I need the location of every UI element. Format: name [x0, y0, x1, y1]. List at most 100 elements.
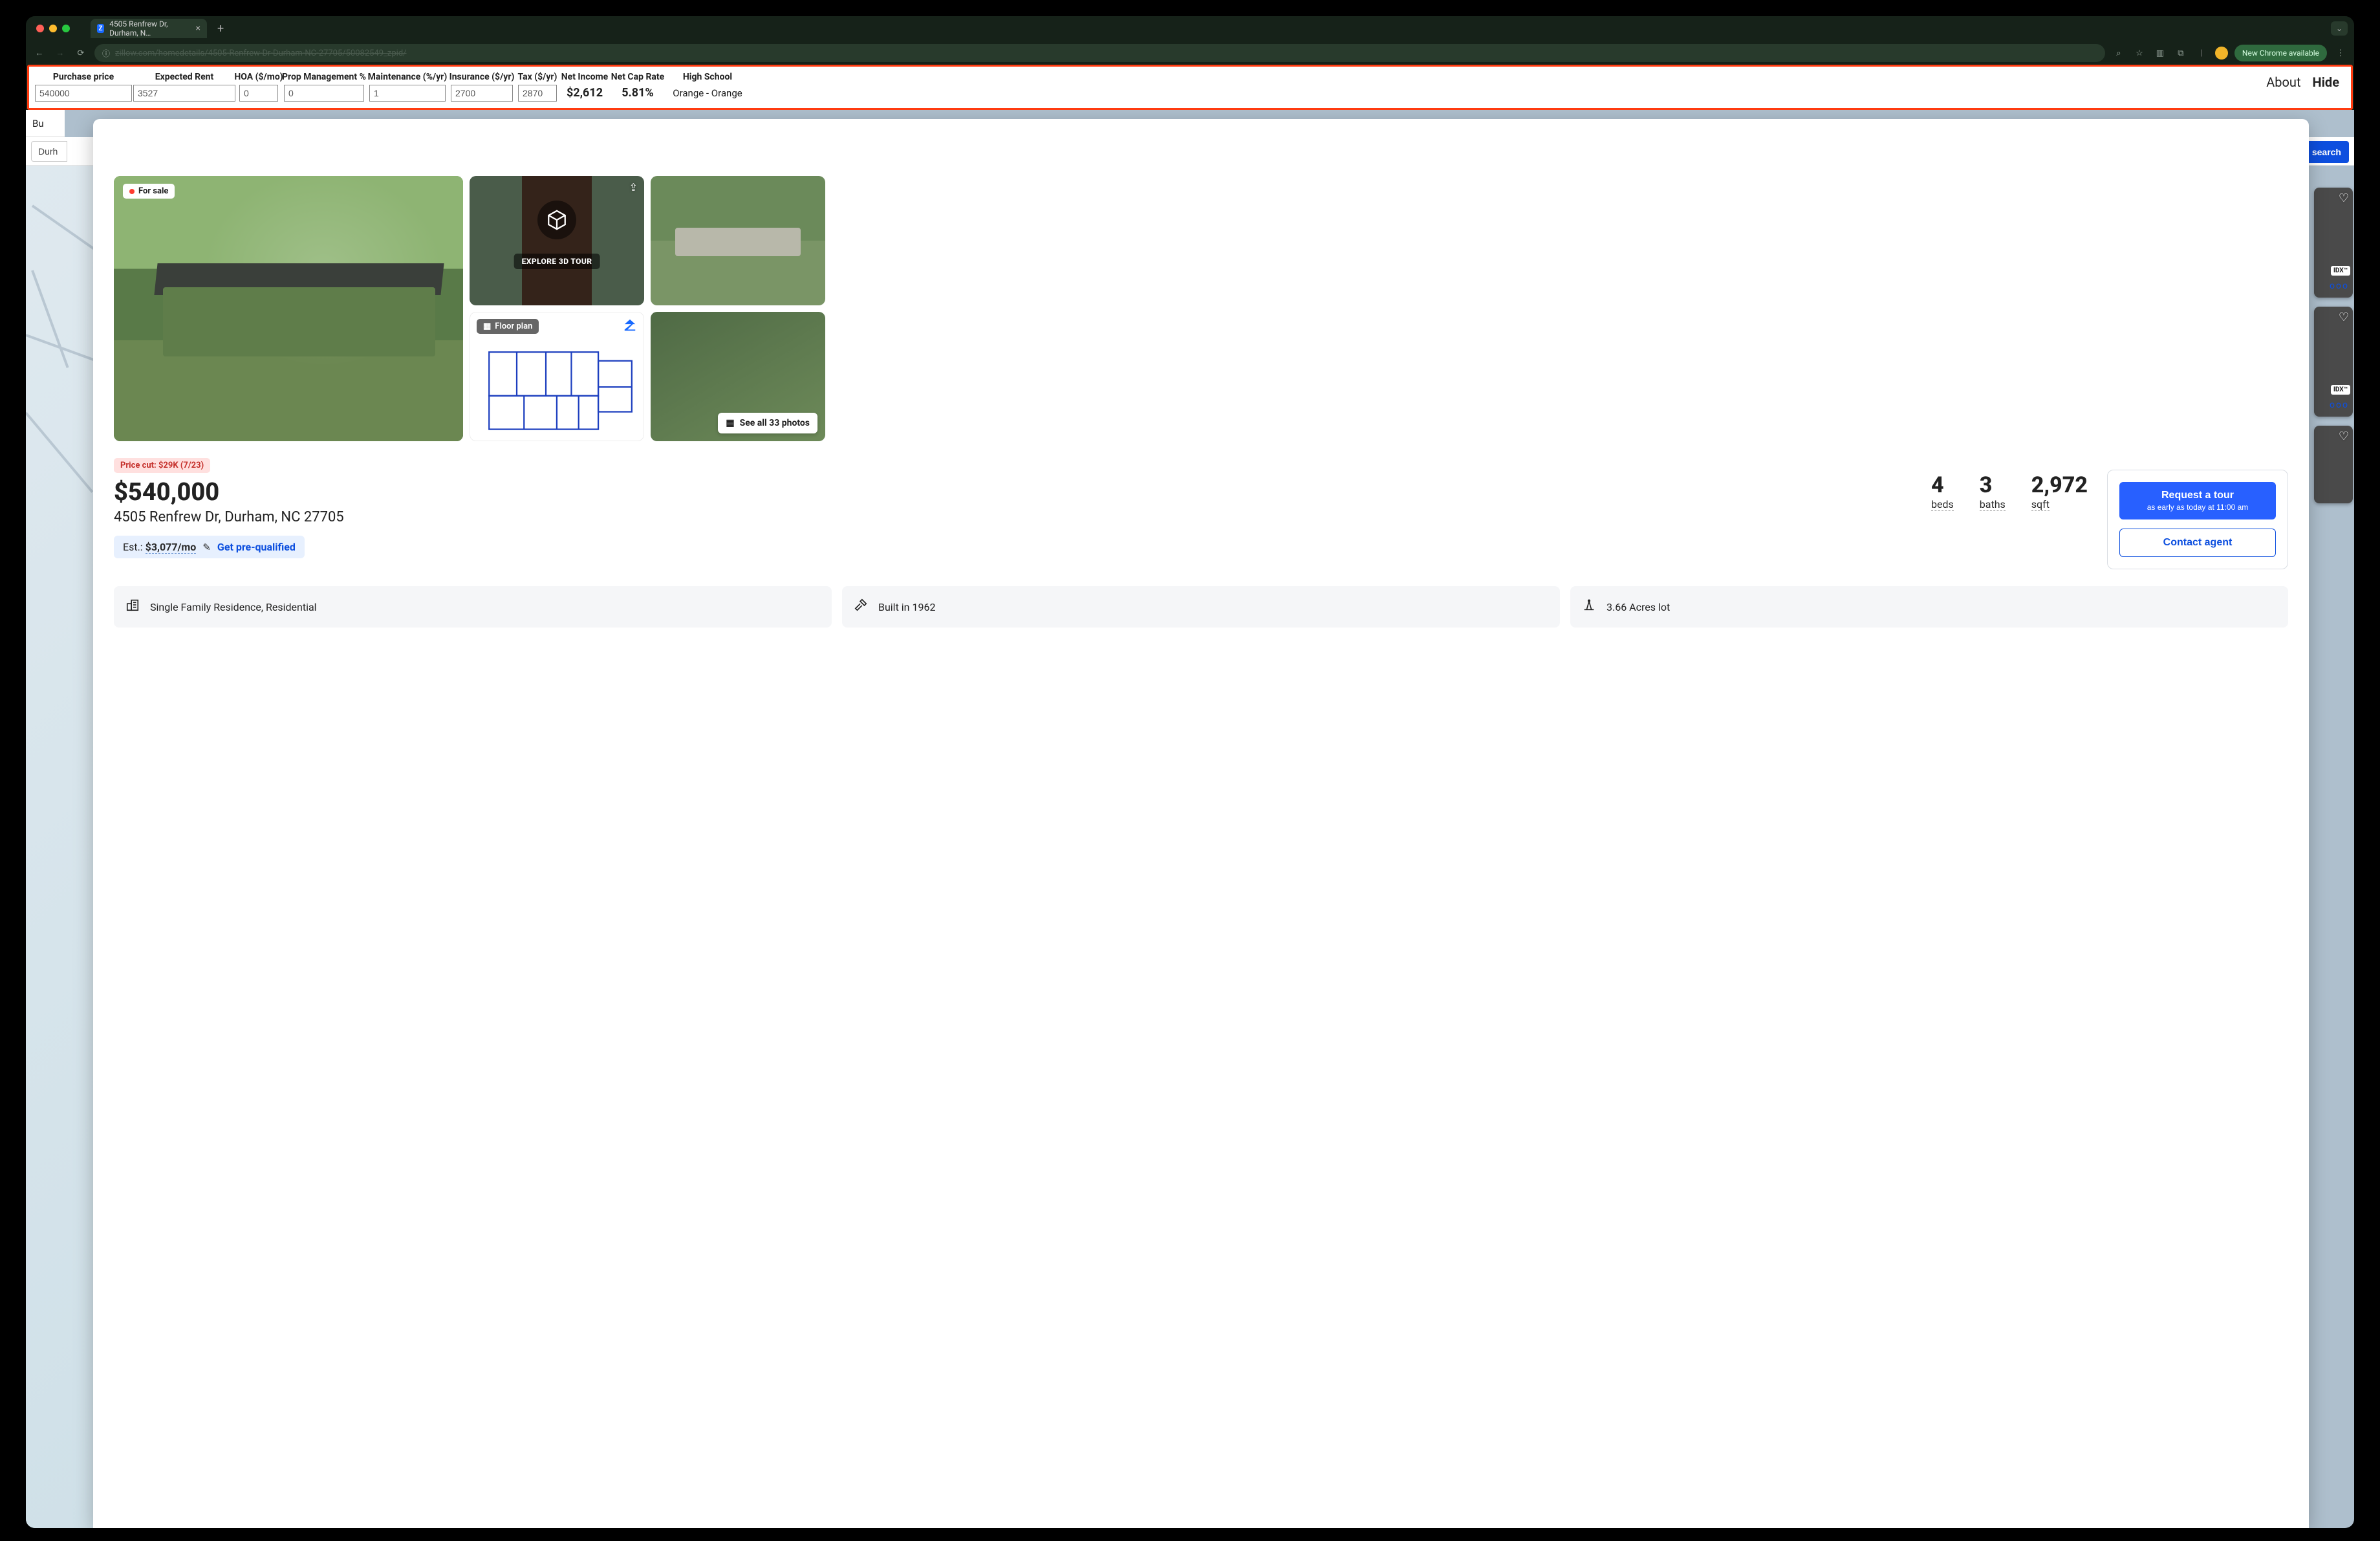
close-tab-icon[interactable]: ×: [196, 23, 200, 34]
reload-icon[interactable]: ⟳: [74, 49, 88, 58]
purchase-price-input[interactable]: [35, 85, 132, 102]
idx-badge: IDX™: [2331, 266, 2350, 276]
cube-icon: [537, 201, 576, 239]
photo-gallery: For sale ⇪ EXPLORE 3D TOUR: [114, 176, 2288, 441]
listing-panel: For sale ⇪ EXPLORE 3D TOUR: [93, 119, 2309, 1528]
extension-bar-highlight: Purchase price Expected Rent HOA ($/mo) …: [27, 65, 2353, 110]
card-menu-icon[interactable]: ooo: [2330, 281, 2349, 291]
request-tour-button[interactable]: Request a tour as early as today at 11:0…: [2119, 482, 2276, 519]
feature-lot-size: 3.66 Acres lot: [1570, 586, 2288, 628]
zillow-favicon: Z: [97, 24, 104, 33]
tab-title: 4505 Renfrew Dr, Durham, N…: [109, 19, 190, 38]
update-chrome-chip[interactable]: New Chrome available: [2234, 45, 2327, 61]
toolbar: ← → ⟳ ⓘ zillow.com/homedetails/4505-Renf…: [26, 41, 2354, 65]
window-controls: [32, 25, 70, 32]
insurance-label: Insurance ($/yr): [449, 72, 515, 82]
floor-plan-svg: [488, 351, 633, 431]
net-cap-rate-value: 5.81%: [622, 85, 654, 100]
purchase-price-label: Purchase price: [53, 72, 114, 82]
results-rail: ♡ IDX™ ooo ♡ IDX™ ooo ♡: [2314, 188, 2353, 1528]
forward-icon[interactable]: →: [53, 48, 67, 58]
new-tab-button[interactable]: +: [212, 21, 229, 37]
result-card[interactable]: ♡ IDX™ ooo: [2314, 188, 2353, 298]
summary-section: Price cut: $29K (7/23) $540,000 4505 Ren…: [114, 458, 2288, 569]
estimate-value: $3,077/mo: [146, 541, 197, 554]
hero-photo[interactable]: For sale: [114, 176, 463, 441]
prop-mgmt-input[interactable]: [284, 85, 364, 102]
feature-type: Single Family Residence, Residential: [114, 586, 832, 628]
extension-hide-link[interactable]: Hide: [2313, 74, 2339, 90]
hoa-input[interactable]: [239, 85, 278, 102]
floor-plan-chip: ▦ Floor plan: [477, 319, 539, 334]
for-sale-badge: For sale: [123, 184, 175, 199]
profile-avatar[interactable]: [2215, 47, 2228, 60]
explore-3d-tour-label: EXPLORE 3D TOUR: [514, 254, 600, 269]
feature-tiles: Single Family Residence, Residential Bui…: [114, 586, 2288, 628]
gallery-photo[interactable]: ▦ See all 33 photos: [651, 312, 825, 441]
nav-buy-link[interactable]: Bu: [32, 118, 44, 129]
expected-rent-input[interactable]: [133, 85, 235, 102]
extension-bar: Purchase price Expected Rent HOA ($/mo) …: [29, 67, 2351, 108]
minimize-window-button[interactable]: [49, 25, 57, 32]
net-income-label: Net Income: [561, 72, 608, 82]
lot-icon: [1581, 598, 1597, 616]
tax-label: Tax ($/yr): [518, 72, 557, 82]
floorplan-icon: ▦: [483, 322, 491, 331]
feature-year-built: Built in 1962: [842, 586, 1560, 628]
cta-box: Request a tour as early as today at 11:0…: [2107, 470, 2288, 569]
url-text: zillow.com/homedetails/4505-Renfrew-Dr-D…: [115, 49, 407, 58]
expected-rent-label: Expected Rent: [155, 72, 214, 82]
browser-window: Z 4505 Renfrew Dr, Durham, N… × + ⌄ ← → …: [26, 16, 2354, 1528]
back-icon[interactable]: ←: [32, 48, 47, 58]
edit-estimate-icon[interactable]: ✎: [202, 541, 211, 553]
result-card[interactable]: ♡: [2314, 426, 2353, 503]
listing-address: 4505 Renfrew Dr, Durham, NC 27705: [114, 509, 1905, 525]
search-icon[interactable]: ⌕: [2112, 49, 2126, 58]
status-dot-icon: [129, 189, 135, 194]
tour-photo[interactable]: ⇪ EXPLORE 3D TOUR: [470, 176, 644, 305]
fact-baths: 3 baths: [1980, 472, 2006, 510]
card-menu-icon[interactable]: ooo: [2330, 400, 2349, 410]
tab-overflow-button[interactable]: ⌄: [2331, 21, 2348, 36]
save-search-button[interactable]: search: [2304, 141, 2349, 163]
fact-beds: 4 beds: [1931, 472, 1954, 510]
browser-tab[interactable]: Z 4505 Renfrew Dr, Durham, N… ×: [91, 19, 207, 38]
url-bar[interactable]: ⓘ zillow.com/homedetails/4505-Renfrew-Dr…: [94, 44, 2105, 62]
extension-about-link[interactable]: About: [2266, 74, 2300, 90]
hoa-label: HOA ($/mo): [234, 72, 283, 82]
get-prequalified-link[interactable]: Get pre-qualified: [217, 541, 296, 553]
fact-sqft: 2,972 sqft: [2031, 472, 2088, 510]
hammer-icon: [852, 598, 869, 616]
site-viewport: Bu search ♡ IDX™ ooo ♡ IDX™ ooo ♡: [26, 110, 2354, 1528]
heart-icon[interactable]: ♡: [2339, 311, 2349, 324]
site-info-icon[interactable]: ⓘ: [102, 48, 110, 59]
floor-plan-tile[interactable]: ▦ Floor plan: [470, 312, 644, 441]
idx-badge: IDX™: [2331, 385, 2350, 395]
insurance-input[interactable]: [451, 85, 513, 102]
pip-icon[interactable]: ⧉: [2174, 49, 2188, 58]
bookmark-icon[interactable]: ☆: [2132, 49, 2147, 58]
estimate-row: Est.: $3,077/mo ✎ Get pre-qualified: [114, 536, 305, 558]
titlebar: Z 4505 Renfrew Dr, Durham, N… × + ⌄: [26, 16, 2354, 41]
maintenance-label: Maintenance (%/yr): [368, 72, 448, 82]
listing-price: $540,000: [114, 478, 1905, 507]
heart-icon[interactable]: ♡: [2339, 430, 2349, 443]
close-window-button[interactable]: [36, 25, 44, 32]
extensions-icon[interactable]: ▥: [2153, 49, 2167, 58]
see-all-photos-button[interactable]: ▦ See all 33 photos: [718, 413, 817, 433]
zoom-window-button[interactable]: [62, 25, 70, 32]
result-card[interactable]: ♡ IDX™ ooo: [2314, 307, 2353, 417]
heart-icon[interactable]: ♡: [2339, 191, 2349, 205]
contact-agent-button[interactable]: Contact agent: [2119, 529, 2276, 557]
high-school-value: Orange - Orange: [673, 85, 742, 99]
gallery-photo[interactable]: [651, 176, 825, 305]
location-search-input[interactable]: [31, 141, 67, 162]
site-nav: Bu: [26, 110, 65, 137]
high-school-label: High School: [683, 72, 732, 82]
net-cap-rate-label: Net Cap Rate: [611, 72, 664, 82]
kebab-menu-icon[interactable]: ⋮: [2333, 49, 2348, 58]
zillow-logo-icon: [623, 318, 637, 336]
tax-input[interactable]: [518, 85, 557, 102]
maintenance-input[interactable]: [369, 85, 446, 102]
share-icon[interactable]: ⇪: [629, 181, 638, 193]
